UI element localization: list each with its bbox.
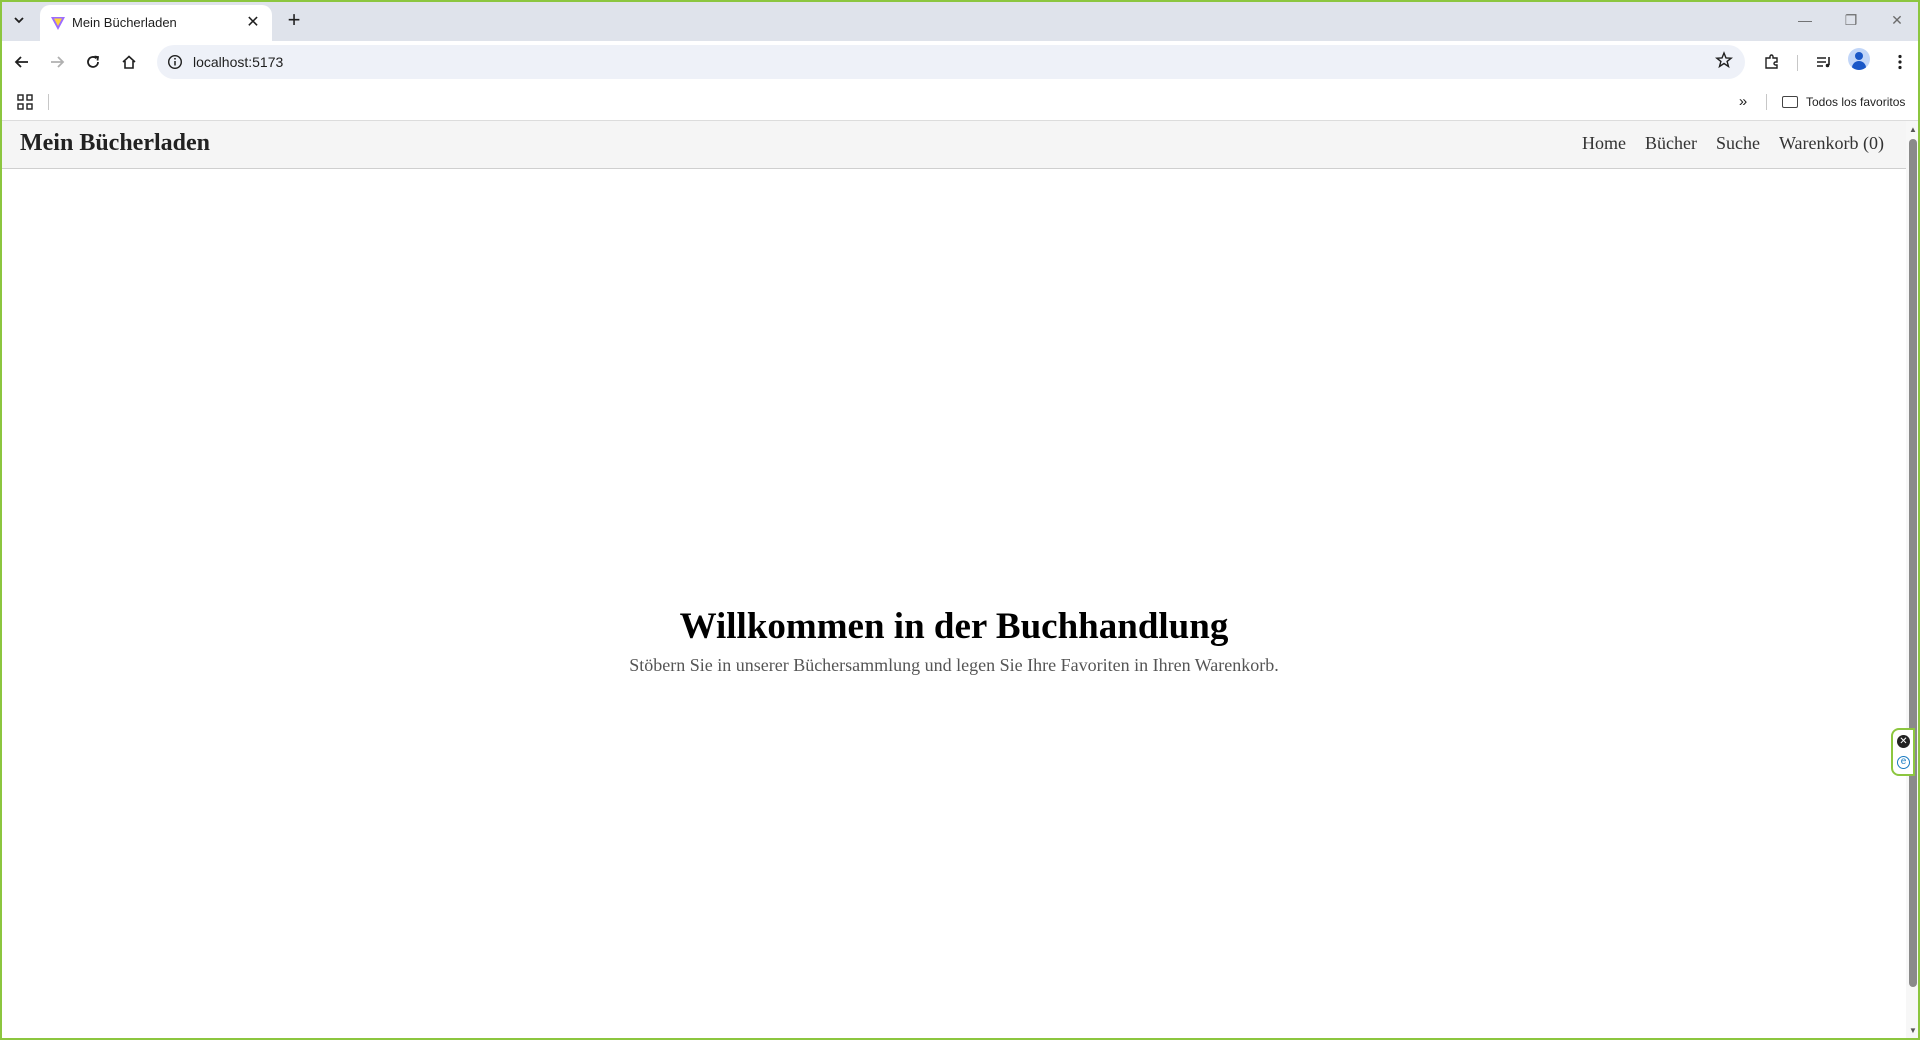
all-bookmarks-button[interactable]: Todos los favoritos [1782,93,1905,111]
address-bar[interactable]: localhost:5173 [157,45,1745,79]
page-viewport: Mein Bücherladen Home Bücher Suche Waren… [2,121,1906,1038]
reload-button[interactable] [78,47,108,77]
page-scrollbar[interactable]: ▲ ▼ [1906,121,1920,1038]
forward-button[interactable] [42,47,72,77]
bookmarks-divider [48,94,49,110]
arrow-right-icon [51,56,65,68]
scrollbar-thumb[interactable] [1909,139,1917,987]
tab-close-icon[interactable]: ✕ [242,11,264,33]
site-header: Mein Bücherladen Home Bücher Suche Waren… [2,121,1906,169]
home-icon [122,55,136,69]
apps-grid-icon[interactable] [16,93,34,111]
nav-home-link[interactable]: Home [1582,133,1626,154]
scroll-down-arrow-icon[interactable]: ▼ [1909,1026,1917,1035]
arrow-left-icon [14,56,28,68]
tab-active[interactable]: Mein Bücherladen ✕ [40,5,272,41]
reload-icon [87,55,100,68]
url-text[interactable]: localhost:5173 [193,54,283,70]
widget-close-icon[interactable]: ✕ [1897,735,1910,748]
restore-button[interactable]: ❐ [1836,8,1866,32]
nav-books-link[interactable]: Bücher [1645,133,1697,154]
bookmarks-divider-right [1766,94,1767,110]
tab-search-button[interactable] [6,7,32,33]
puzzle-icon [1765,54,1778,69]
hero-section: Willkommen in der Buchhandlung Stöbern S… [2,605,1906,676]
all-bookmarks-label: Todos los favoritos [1806,95,1906,109]
hero-title: Willkommen in der Buchhandlung [679,606,1229,647]
nav-search-link[interactable]: Suche [1716,133,1760,154]
chevron-down-icon [14,17,24,24]
browser-toolbar: localhost:5173 [0,41,1920,84]
nav-cart-link[interactable]: Warenkorb (0) [1779,133,1884,154]
tab-title: Mein Bücherladen [72,15,177,30]
tab-strip: Mein Bücherladen ✕ + — ❐ ✕ [0,0,1920,41]
home-button[interactable] [114,47,144,77]
top-accent-secondary [888,0,1082,2]
vite-icon [51,17,65,30]
media-controls-button[interactable] [1809,47,1839,77]
profile-avatar-icon[interactable] [1848,48,1870,70]
top-accent [840,0,888,2]
hero-subtitle: Stöbern Sie in unserer Büchersammlung un… [629,655,1279,676]
widget-e-icon[interactable]: e [1897,756,1910,769]
toolbar-divider [1797,55,1798,71]
extensions-button[interactable] [1757,47,1787,77]
site-info-icon[interactable] [167,54,183,70]
site-nav: Home Bücher Suche Warenkorb (0) [1582,133,1884,154]
new-tab-button[interactable]: + [282,8,306,32]
playlist-icon [1817,57,1830,68]
folder-icon [1782,96,1798,108]
back-button[interactable] [7,47,37,77]
minimize-button[interactable]: — [1790,8,1820,32]
close-window-button[interactable]: ✕ [1882,8,1912,32]
star-icon[interactable] [1715,51,1733,69]
kebab-menu-icon [1898,54,1902,70]
floating-extension-widget: ✕ e [1891,728,1915,776]
bookmarks-overflow-button[interactable]: » [1732,90,1754,112]
scroll-up-arrow-icon[interactable]: ▲ [1909,125,1917,134]
site-logo[interactable]: Mein Bücherladen [20,130,210,157]
bookmarks-bar: » Todos los favoritos [0,84,1920,121]
browser-menu-button[interactable] [1885,47,1915,77]
